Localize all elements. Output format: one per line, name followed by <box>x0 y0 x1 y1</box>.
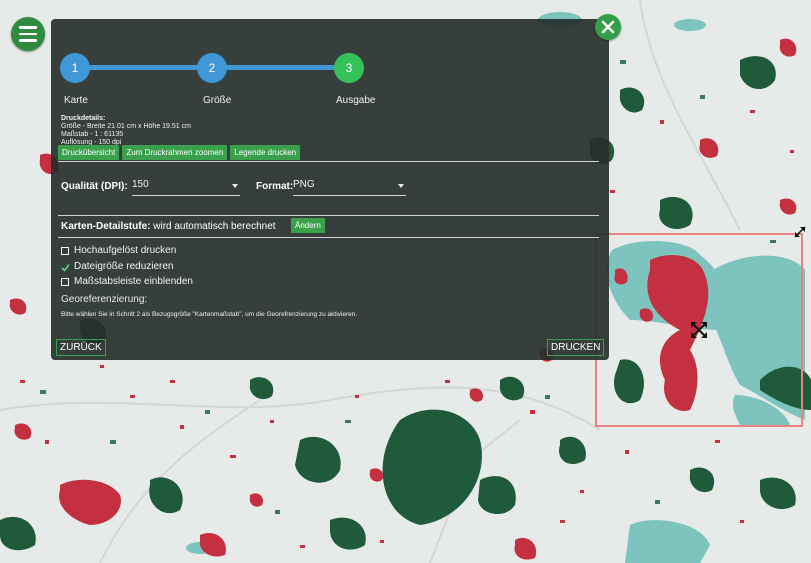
details-size: Größe - Breite 21.01 cm x Höhe 19.51 cm <box>61 123 191 130</box>
divider <box>58 237 599 238</box>
step-1[interactable]: 1 <box>60 53 90 83</box>
menu-icon-bar <box>19 32 37 36</box>
menu-button[interactable] <box>11 17 45 51</box>
menu-icon-bar <box>19 26 37 29</box>
step-2[interactable]: 2 <box>197 53 227 83</box>
option-label: Dateigröße reduzieren <box>74 261 174 272</box>
chevron-down-icon <box>232 184 238 188</box>
zoom-to-frame-button[interactable]: Zum Druckrahmen zoomen <box>122 145 228 160</box>
step-1-label: Karte <box>64 95 88 106</box>
option-label: Hochaufgelöst drucken <box>74 245 177 256</box>
georef-hint: Bitte wählen Sie in Schritt 2 als Bezugs… <box>61 311 358 318</box>
georef-label: Georeferenzierung: <box>61 294 148 305</box>
close-button[interactable] <box>595 14 621 40</box>
resize-icon[interactable] <box>793 225 807 239</box>
option-scale-bar[interactable]: Maßstabsleiste einblenden <box>61 276 193 287</box>
detail-level-row: Karten-Detailstufe: wird automatisch ber… <box>61 221 276 232</box>
divider <box>58 215 599 216</box>
format-label: Format: <box>256 181 294 192</box>
back-button[interactable]: ZURÜCK <box>56 339 106 356</box>
format-value: PNG <box>293 179 315 190</box>
move-icon[interactable] <box>689 320 709 340</box>
print-button[interactable]: DRUCKEN <box>547 339 605 356</box>
close-icon <box>601 20 615 34</box>
print-frame[interactable] <box>595 226 806 427</box>
checkbox[interactable] <box>61 246 69 255</box>
quality-value: 150 <box>132 179 149 190</box>
details-heading: Druckdetails: <box>61 115 106 122</box>
format-select[interactable]: PNG <box>293 179 406 196</box>
step-2-label: Größe <box>203 95 232 106</box>
step-3-label: Ausgabe <box>336 95 376 106</box>
divider <box>58 161 599 162</box>
print-details: Druckdetails: Größe - Breite 21.01 cm x … <box>61 115 191 147</box>
detail-level-label: Karten-Detailstufe: <box>61 221 151 232</box>
check-icon <box>61 263 70 272</box>
menu-icon-bar <box>19 39 37 42</box>
change-button[interactable]: Ändern <box>291 218 325 233</box>
checkbox-checked[interactable] <box>61 263 70 272</box>
option-reduce-file-size[interactable]: Dateigröße reduzieren <box>61 261 174 272</box>
step-3[interactable]: 3 <box>334 53 364 83</box>
chevron-down-icon <box>398 184 404 188</box>
print-legend-button[interactable]: Legende drucken <box>230 145 301 160</box>
print-dialog: 1 2 3 Karte Größe Ausgabe Druckdetails: … <box>51 19 609 360</box>
checkbox[interactable] <box>61 277 69 286</box>
detail-level-value: wird automatisch berechnet <box>153 221 276 232</box>
details-scale: Maßstab - 1 : 61135 <box>61 131 124 138</box>
option-label: Maßstabsleiste einblenden <box>74 276 193 287</box>
print-overview-button[interactable]: Druckübersicht <box>58 145 120 160</box>
option-high-resolution[interactable]: Hochaufgelöst drucken <box>61 245 176 256</box>
quality-label: Qualität (DPI): <box>61 181 128 192</box>
action-buttons: Druckübersicht Zum Druckrahmen zoomen Le… <box>58 145 301 160</box>
quality-select[interactable]: 150 <box>132 179 240 196</box>
